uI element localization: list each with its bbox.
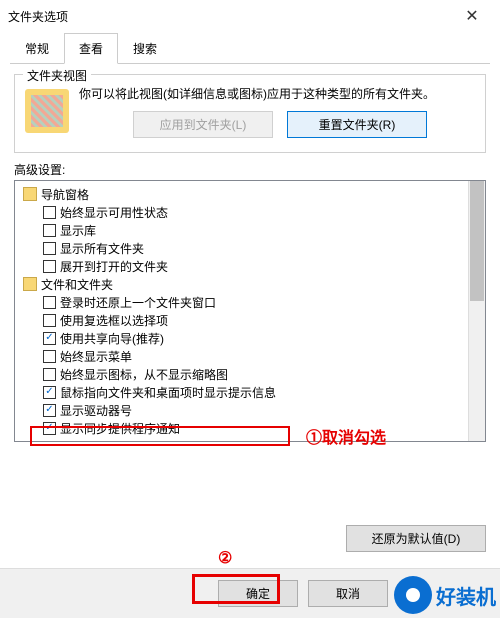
checkbox[interactable] — [43, 332, 56, 345]
tree-item[interactable]: 显示驱动器号 — [19, 401, 481, 419]
group-desc: 你可以将此视图(如详细信息或图标)应用于这种类型的所有文件夹。 — [79, 85, 475, 103]
tree-item[interactable]: 鼠标指向文件夹和桌面项时显示提示信息 — [19, 383, 481, 401]
checkbox[interactable] — [43, 422, 56, 435]
advanced-settings-tree[interactable]: 导航窗格 始终显示可用性状态 显示库 显示所有文件夹 展开到打开的文件夹 文件和… — [14, 180, 486, 442]
tree-item[interactable]: 显示所有文件夹 — [19, 239, 481, 257]
checkbox[interactable] — [43, 206, 56, 219]
folder-icon — [25, 89, 69, 133]
tabs: 常规 查看 搜索 — [10, 32, 490, 64]
tree-item[interactable]: 使用复选框以选择项 — [19, 311, 481, 329]
tree-nav-panes[interactable]: 导航窗格 — [19, 185, 481, 203]
checkbox[interactable] — [43, 350, 56, 363]
tab-search[interactable]: 搜索 — [118, 33, 172, 64]
tree-item[interactable]: 显示同步提供程序通知 — [19, 419, 481, 437]
tree-item-always-icons[interactable]: 始终显示图标，从不显示缩略图 — [19, 365, 481, 383]
tree-item[interactable]: 始终显示可用性状态 — [19, 203, 481, 221]
checkbox[interactable] — [43, 224, 56, 237]
tree-item[interactable]: 显示库 — [19, 221, 481, 239]
scrollbar[interactable] — [468, 181, 485, 441]
ok-button[interactable]: 确定 — [218, 580, 298, 607]
restore-defaults-button[interactable]: 还原为默认值(D) — [346, 525, 486, 552]
folder-icon — [23, 277, 37, 291]
tree-item[interactable]: 始终显示菜单 — [19, 347, 481, 365]
checkbox[interactable] — [43, 296, 56, 309]
dialog-buttons: 确定 取消 — [0, 568, 500, 618]
folder-icon — [23, 187, 37, 201]
scroll-thumb[interactable] — [470, 181, 484, 301]
window-title: 文件夹选项 — [8, 8, 452, 25]
group-label: 文件夹视图 — [23, 67, 91, 84]
checkbox[interactable] — [43, 368, 56, 381]
checkbox[interactable] — [43, 404, 56, 417]
tree-item[interactable]: 使用共享向导(推荐) — [19, 329, 481, 347]
apply-to-folders-button: 应用到文件夹(L) — [133, 111, 273, 138]
checkbox[interactable] — [43, 314, 56, 327]
checkbox[interactable] — [43, 242, 56, 255]
tree-item[interactable]: 展开到打开的文件夹 — [19, 257, 481, 275]
tab-view[interactable]: 查看 — [64, 33, 118, 64]
reset-folders-button[interactable]: 重置文件夹(R) — [287, 111, 427, 138]
tab-general[interactable]: 常规 — [10, 33, 64, 64]
tree-item[interactable]: 登录时还原上一个文件夹窗口 — [19, 293, 481, 311]
checkbox[interactable] — [43, 386, 56, 399]
tree-files-folders[interactable]: 文件和文件夹 — [19, 275, 481, 293]
checkbox[interactable] — [43, 260, 56, 273]
close-button[interactable]: ✕ — [452, 0, 492, 32]
folder-view-group: 文件夹视图 你可以将此视图(如详细信息或图标)应用于这种类型的所有文件夹。 应用… — [14, 74, 486, 153]
advanced-label: 高级设置: — [14, 161, 486, 178]
annotation-text-2: ② — [218, 548, 232, 568]
cancel-button[interactable]: 取消 — [308, 580, 388, 607]
